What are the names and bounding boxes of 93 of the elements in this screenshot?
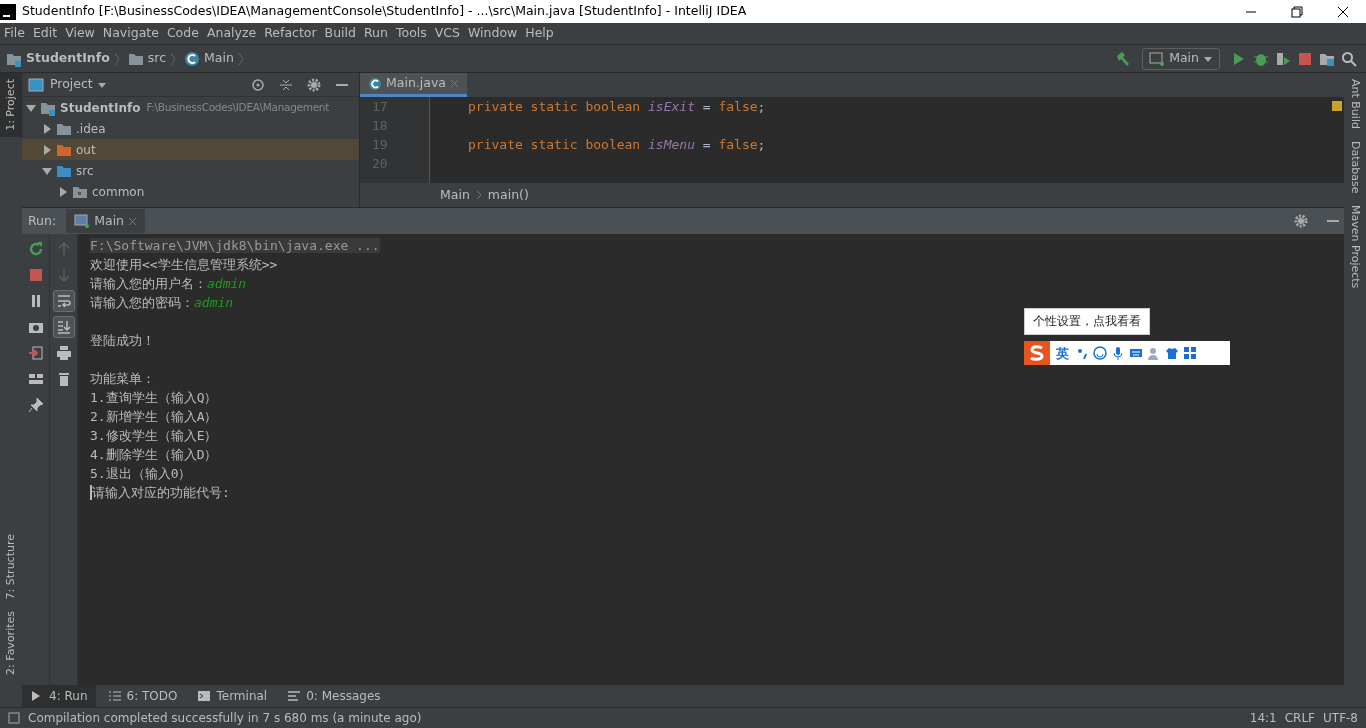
- emoji-icon[interactable]: [1093, 346, 1107, 361]
- input-text: admin: [207, 276, 247, 291]
- shirt-icon[interactable]: [1165, 346, 1179, 361]
- menu-item[interactable]: Help: [521, 24, 558, 43]
- console-line: 1.查询学生（输入Q）: [90, 390, 218, 405]
- tool-window-tab[interactable]: Ant Build: [1344, 73, 1366, 135]
- menu-item[interactable]: VCS: [430, 24, 464, 43]
- terminal-icon: [197, 689, 212, 703]
- class-icon: [184, 50, 200, 67]
- menu-item[interactable]: Tools: [391, 24, 431, 43]
- tooltip: 个性设置，点我看看: [1024, 308, 1150, 336]
- console-line: 请输入对应的功能代号:: [90, 485, 230, 500]
- tool-window-tab[interactable]: Maven Projects: [1344, 199, 1366, 295]
- menu-item[interactable]: Build: [320, 24, 360, 43]
- tool-window-tab[interactable]: 0: Messages: [279, 685, 389, 707]
- menu-item[interactable]: Refactor: [260, 24, 321, 43]
- menu-item[interactable]: Code: [162, 24, 203, 43]
- window-title: StudentInfo [F:\BusinessCodes\IDEA\ManagementConsole\StudentInfo] - ...\src\Main.java [StudentInfo] - IntelliJ IDEA: [21, 2, 748, 21]
- menu-item[interactable]: View: [61, 24, 99, 43]
- menu-item[interactable]: Run: [360, 24, 392, 43]
- run-configuration-dropdown[interactable]: Main: [1142, 47, 1220, 70]
- close-icon: [450, 79, 459, 88]
- breadcrumb-item[interactable]: Main: [204, 49, 234, 68]
- console-line: 3.修改学生（输入E）: [90, 428, 218, 443]
- menu-item[interactable]: Window: [464, 24, 522, 43]
- tool-window-tab[interactable]: Database: [1344, 134, 1366, 200]
- tree-item[interactable]: src: [22, 160, 359, 181]
- grid-icon[interactable]: [1183, 346, 1197, 361]
- chevron-icon: [475, 190, 482, 200]
- tool-window-tab[interactable]: 6: TODO: [99, 685, 186, 707]
- console-line: 请输入您的密码：: [90, 295, 194, 310]
- restore-icon: [1291, 5, 1303, 18]
- warning-marker-icon: [1332, 101, 1342, 111]
- code-line: private static boolean isExit = false;: [468, 98, 767, 116]
- punctuation-icon[interactable]: [1075, 346, 1089, 361]
- tree-item[interactable]: StudentInfo F:\BusinessCodes\IDEA\Management: [22, 97, 359, 118]
- scroll-to-end-icon[interactable]: [52, 316, 75, 338]
- list-icon: [107, 689, 122, 703]
- tool-window-tab[interactable]: 1: Project: [0, 73, 23, 137]
- breadcrumb-item[interactable]: StudentInfo: [26, 49, 110, 68]
- ime-mode-toggle[interactable]: 英: [1054, 343, 1071, 363]
- soft-wrap-icon[interactable]: [52, 290, 75, 312]
- run-tab[interactable]: Main: [66, 208, 146, 234]
- console-icon: [1149, 50, 1166, 67]
- tree-item[interactable]: out: [22, 139, 359, 160]
- tool-window-tab[interactable]: 4: Run: [22, 685, 96, 707]
- close-icon: [128, 216, 138, 226]
- console-line: 功能菜单：: [90, 371, 155, 386]
- tree-item[interactable]: common: [22, 181, 359, 202]
- collapsed-arrow-icon[interactable]: [42, 123, 52, 134]
- tree-item[interactable]: .idea: [22, 118, 359, 139]
- editor-tab[interactable]: Main.java: [360, 73, 467, 97]
- class-icon: [368, 76, 382, 91]
- breadcrumb-item[interactable]: main(): [487, 185, 529, 205]
- messages-icon: [287, 689, 302, 703]
- console-line: 登陆成功！: [90, 333, 155, 348]
- tool-window-tab[interactable]: Terminal: [189, 685, 276, 707]
- status-message: Compilation completed successfully in 7 s 680 ms (a minute ago): [28, 710, 423, 727]
- console-line: 2.新增学生（输入A）: [90, 409, 218, 424]
- panel-icon: [28, 76, 44, 93]
- tool-window-tab[interactable]: 7: Structure: [0, 527, 23, 606]
- collapsed-arrow-icon[interactable]: [42, 144, 52, 155]
- status-item[interactable]: UTF-8: [1323, 709, 1358, 727]
- breadcrumb-item[interactable]: src: [147, 49, 166, 68]
- menu-item[interactable]: Edit: [28, 24, 62, 43]
- run-label: Run:: [28, 211, 57, 230]
- status-item[interactable]: CRLF: [1284, 709, 1315, 727]
- collapsed-arrow-icon[interactable]: [58, 186, 68, 197]
- status-icon[interactable]: [8, 712, 20, 724]
- close-icon: [1337, 5, 1349, 18]
- chevron-icon: [113, 50, 120, 67]
- expanded-arrow-icon[interactable]: [42, 165, 52, 176]
- chevron-icon: [170, 50, 176, 67]
- chevron-icon: [237, 50, 244, 67]
- code-line: private static boolean isMenu = false;: [468, 136, 767, 154]
- input-text: admin: [194, 295, 234, 310]
- project-view-dropdown[interactable]: Project: [50, 73, 107, 96]
- ime-logo-icon[interactable]: [1024, 341, 1050, 366]
- status-item[interactable]: 14:1: [1249, 709, 1277, 727]
- console-line: 5.退出（输入0）: [90, 466, 192, 481]
- console-icon: [74, 213, 91, 229]
- tool-window-tab[interactable]: 2: Favorites: [0, 605, 23, 681]
- console-command: F:\Software\JVM\jdk8\bin\java.exe ...: [90, 238, 380, 253]
- console-line: 4.删除学生（输入D）: [90, 447, 218, 462]
- microphone-icon[interactable]: [1111, 346, 1125, 361]
- menu-item[interactable]: Navigate: [98, 24, 163, 43]
- menu-item[interactable]: Analyze: [202, 24, 261, 43]
- expanded-arrow-icon[interactable]: [26, 102, 36, 113]
- console-line: 请输入您的用户名：: [90, 276, 207, 291]
- path-hint: F:\BusinessCodes\IDEA\Management: [146, 99, 329, 115]
- breadcrumb-item[interactable]: Main: [440, 185, 470, 205]
- menu-item[interactable]: File: [0, 24, 29, 43]
- console-line: 欢迎使用<<学生信息管理系统>>: [90, 257, 278, 272]
